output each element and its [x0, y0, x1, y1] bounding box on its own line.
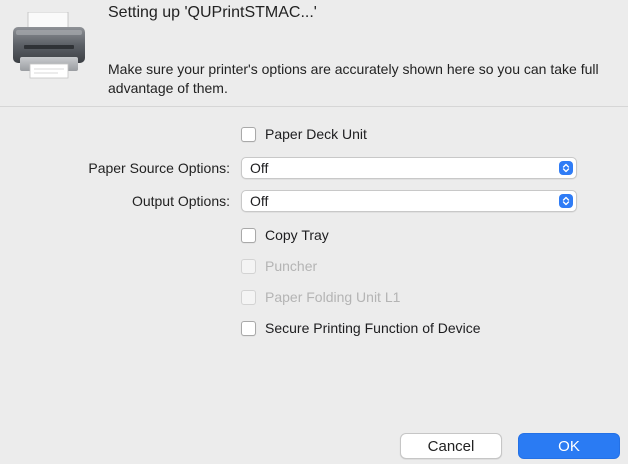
paper-folding-unit-checkbox	[241, 289, 256, 305]
puncher-checkbox	[241, 258, 256, 274]
copy-tray-label: Copy Tray	[265, 227, 329, 243]
paper-deck-unit-option[interactable]: Paper Deck Unit	[241, 124, 367, 144]
secure-printing-label: Secure Printing Function of Device	[265, 320, 481, 336]
divider	[0, 106, 628, 107]
ok-button[interactable]: OK	[518, 433, 620, 459]
paper-deck-unit-checkbox[interactable]	[241, 126, 256, 142]
output-options-label: Output Options:	[131, 193, 230, 209]
secure-printing-checkbox[interactable]	[241, 320, 256, 336]
paper-source-label: Paper Source Options:	[88, 160, 230, 176]
paper-folding-unit-option: Paper Folding Unit L1	[241, 287, 400, 307]
copy-tray-option[interactable]: Copy Tray	[241, 225, 329, 245]
paper-source-value: Off	[250, 160, 269, 176]
puncher-label: Puncher	[265, 258, 318, 274]
dialog-title: Setting up 'QUPrintSTMAC...'	[108, 4, 317, 21]
output-options-popup[interactable]: Off	[241, 190, 577, 212]
copy-tray-checkbox[interactable]	[241, 227, 256, 243]
output-options-value: Off	[250, 193, 269, 209]
dialog-description: Make sure your printer's options are acc…	[108, 61, 599, 96]
chevron-updown-icon	[559, 161, 573, 175]
secure-printing-option[interactable]: Secure Printing Function of Device	[241, 318, 481, 338]
cancel-button[interactable]: Cancel	[400, 433, 502, 459]
printer-setup-dialog: Setting up 'QUPrintSTMAC...' Make sure y…	[0, 0, 628, 464]
puncher-option: Puncher	[241, 256, 317, 276]
chevron-updown-icon	[559, 194, 573, 208]
printer-icon	[13, 12, 85, 79]
paper-folding-unit-label: Paper Folding Unit L1	[265, 289, 401, 305]
paper-source-popup[interactable]: Off	[241, 157, 577, 179]
paper-deck-unit-label: Paper Deck Unit	[265, 126, 367, 142]
